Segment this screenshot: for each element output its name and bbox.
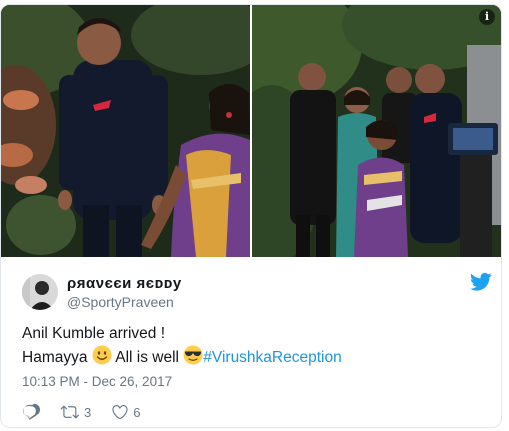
reply-icon xyxy=(23,403,40,420)
retweet-icon xyxy=(60,405,80,419)
retweet-button[interactable]: 3 xyxy=(60,403,91,421)
retweet-count: 3 xyxy=(84,404,92,420)
heart-icon xyxy=(112,404,128,420)
display-name[interactable]: ρяανєєи яєᴅᴅу xyxy=(67,275,182,292)
photo-left-image xyxy=(1,5,250,257)
twitter-bird-icon[interactable] xyxy=(470,272,492,292)
tweet-text-word: Hamayya xyxy=(22,349,88,366)
tweet-card[interactable]: i ρяανєєи яєᴅᴅу @SportyPraveen Anil Kumb… xyxy=(0,4,502,428)
tweet-timestamp[interactable]: 10:13 PM - Dec 26, 2017 xyxy=(22,374,172,389)
tweet-text: Anil Kumble arrived ! Hamayya All is wel… xyxy=(22,323,492,369)
user-handle[interactable]: @SportyPraveen xyxy=(67,294,174,310)
reply-button[interactable] xyxy=(22,403,40,421)
tweet-text-line-2: Hamayya All is well #VirushkaReception xyxy=(22,345,492,369)
tweet-text-line-1: Anil Kumble arrived ! xyxy=(22,325,166,342)
tweet-text-phrase: All is well xyxy=(115,349,179,366)
hashtag-link[interactable]: #VirushkaReception xyxy=(203,349,341,366)
tweet-header: ρяανєєи яєᴅᴅу @SportyPraveen xyxy=(22,272,492,312)
photo-right[interactable]: i xyxy=(252,5,501,257)
tweet-actions: 3 6 xyxy=(22,402,160,422)
avatar[interactable] xyxy=(22,274,58,310)
avatar-image xyxy=(22,274,58,310)
sunglasses-face-icon xyxy=(183,345,203,365)
media-grid: i xyxy=(1,5,501,257)
info-icon[interactable]: i xyxy=(479,9,495,25)
like-count: 6 xyxy=(133,404,141,420)
photo-left[interactable] xyxy=(1,5,250,257)
like-button[interactable]: 6 xyxy=(111,403,140,421)
photo-right-image xyxy=(252,5,501,257)
slightly-smiling-face-icon xyxy=(92,345,112,365)
